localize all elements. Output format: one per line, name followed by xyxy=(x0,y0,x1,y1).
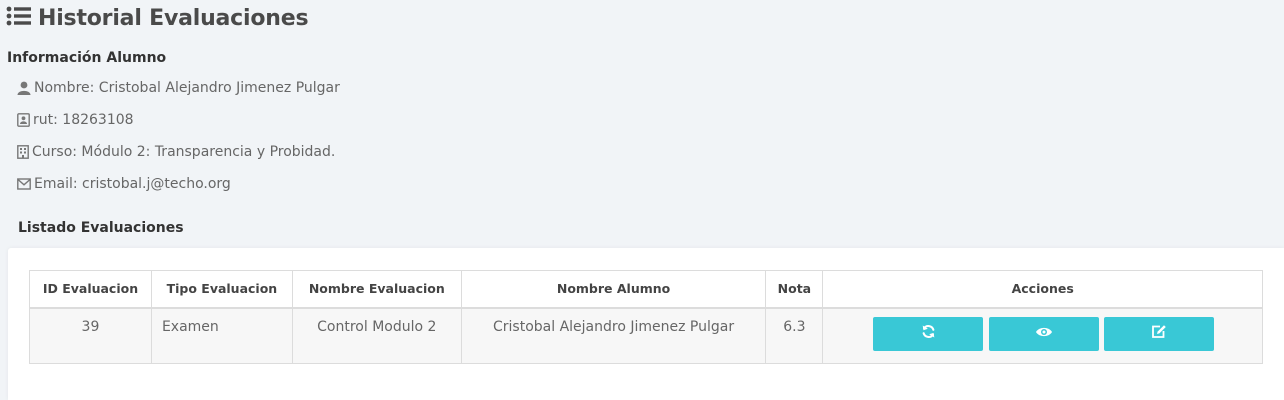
student-rut-row: rut: 18263108 xyxy=(17,111,134,129)
column-header: Tipo Evaluacion xyxy=(150,270,293,309)
evaluations-table: ID Evaluacion Tipo Evaluacion Nombre Eva… xyxy=(29,270,1263,364)
edit-icon xyxy=(1151,324,1167,343)
view-button[interactable] xyxy=(988,316,1099,351)
student-course: Curso: Módulo 2: Transparencia y Probida… xyxy=(32,144,336,160)
cell-id: 39 xyxy=(29,307,152,364)
column-header: Acciones xyxy=(822,270,1263,309)
student-course-row: Curso: Módulo 2: Transparencia y Probida… xyxy=(17,143,335,161)
id-card-icon xyxy=(17,113,30,127)
cell-nota: 6.3 xyxy=(765,307,824,364)
column-header: Nota xyxy=(765,270,824,309)
cell-nombre-alumno: Cristobal Alejandro Jimenez Pulgar xyxy=(460,307,767,364)
page-header: Historial Evaluaciones xyxy=(6,4,309,32)
column-header: Nombre Evaluacion xyxy=(291,270,462,309)
list-icon xyxy=(6,6,32,31)
envelope-icon xyxy=(17,178,31,190)
cell-actions xyxy=(822,307,1263,364)
table-row: 39 Examen Control Modulo 2 Cristobal Ale… xyxy=(29,307,1263,364)
edit-button[interactable] xyxy=(1104,316,1215,351)
evaluations-title: Listado Evaluaciones xyxy=(18,220,184,236)
refresh-icon xyxy=(921,324,936,343)
student-name-row: Nombre: Cristobal Alejandro Jimenez Pulg… xyxy=(17,79,340,97)
student-name: Nombre: Cristobal Alejandro Jimenez Pulg… xyxy=(34,80,340,96)
student-email: Email: cristobal.j@techo.org xyxy=(34,176,231,192)
page-title: Historial Evaluaciones xyxy=(38,5,309,31)
cell-tipo: Examen xyxy=(150,307,293,364)
column-header: Nombre Alumno xyxy=(460,270,767,309)
user-icon xyxy=(17,81,31,95)
student-info-title: Información Alumno xyxy=(7,50,167,66)
cell-nombre-evaluacion: Control Modulo 2 xyxy=(291,307,462,364)
column-header: ID Evaluacion xyxy=(29,270,152,309)
student-email-row: Email: cristobal.j@techo.org xyxy=(17,175,231,193)
eye-icon xyxy=(1035,326,1053,342)
table-header-row: ID Evaluacion Tipo Evaluacion Nombre Eva… xyxy=(29,270,1263,309)
student-rut: rut: 18263108 xyxy=(33,112,134,128)
evaluations-panel: ID Evaluacion Tipo Evaluacion Nombre Eva… xyxy=(8,248,1284,400)
refresh-button[interactable] xyxy=(873,316,984,351)
building-icon xyxy=(17,145,29,159)
